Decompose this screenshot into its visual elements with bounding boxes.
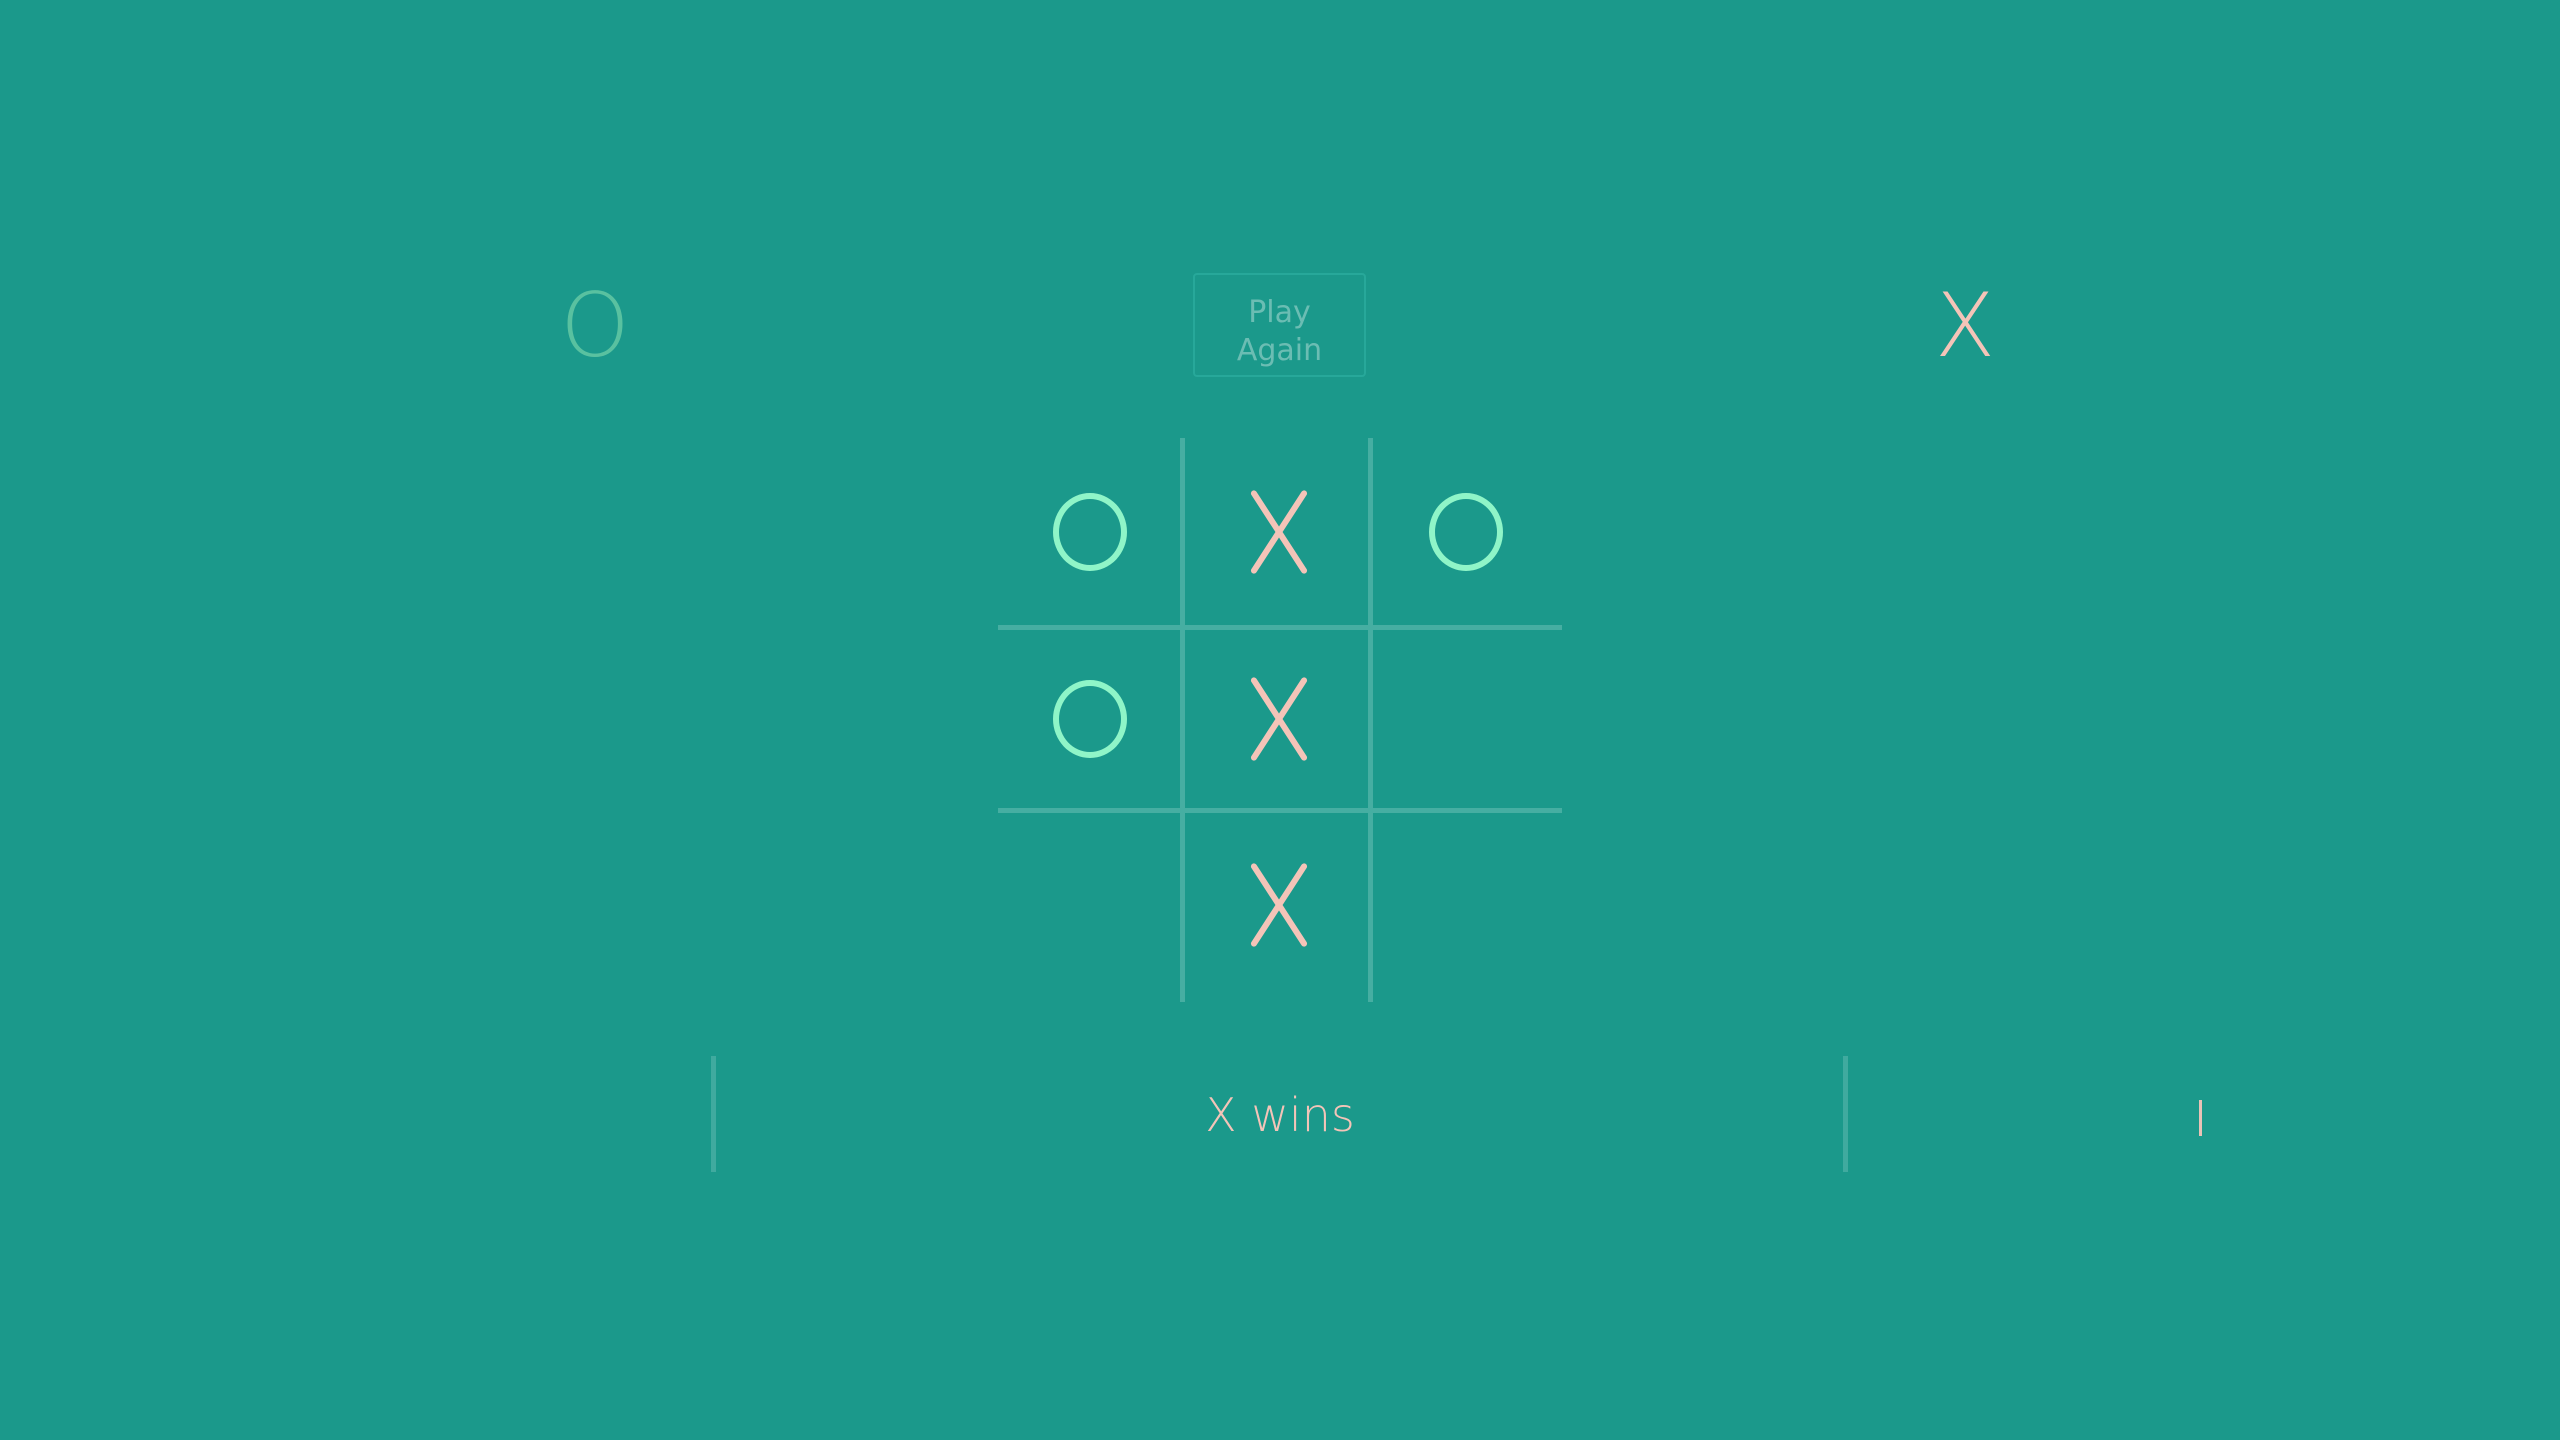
play-again-button[interactable]: Play Again <box>1193 273 1366 377</box>
x-mark <box>1244 674 1314 764</box>
board-cell-2-1[interactable] <box>1187 813 1371 997</box>
x-mark <box>1244 487 1314 577</box>
divider-right <box>1843 1056 1848 1172</box>
o-mark <box>1053 493 1127 571</box>
board-cell-2-2[interactable] <box>1374 813 1558 997</box>
o-mark <box>1053 680 1127 758</box>
board-cell-0-0[interactable] <box>998 440 1182 624</box>
board-cell-1-1[interactable] <box>1187 627 1371 811</box>
divider-left <box>711 1056 716 1172</box>
board-cell-0-2[interactable] <box>1374 440 1558 624</box>
board-cell-0-1[interactable] <box>1187 440 1371 624</box>
board-cell-1-2[interactable] <box>1374 627 1558 811</box>
player-o-indicator: O <box>560 274 630 377</box>
board-cell-1-0[interactable] <box>998 627 1182 811</box>
text-cursor <box>2199 1100 2202 1136</box>
game-board <box>998 438 1562 1002</box>
o-mark <box>1429 493 1503 571</box>
x-mark <box>1244 860 1314 950</box>
player-x-indicator: X <box>1934 274 1996 377</box>
board-cell-2-0[interactable] <box>998 813 1182 997</box>
game-status-message: X wins <box>1205 1088 1355 1142</box>
game-screen: O Play Again X X wins <box>0 0 2560 1440</box>
